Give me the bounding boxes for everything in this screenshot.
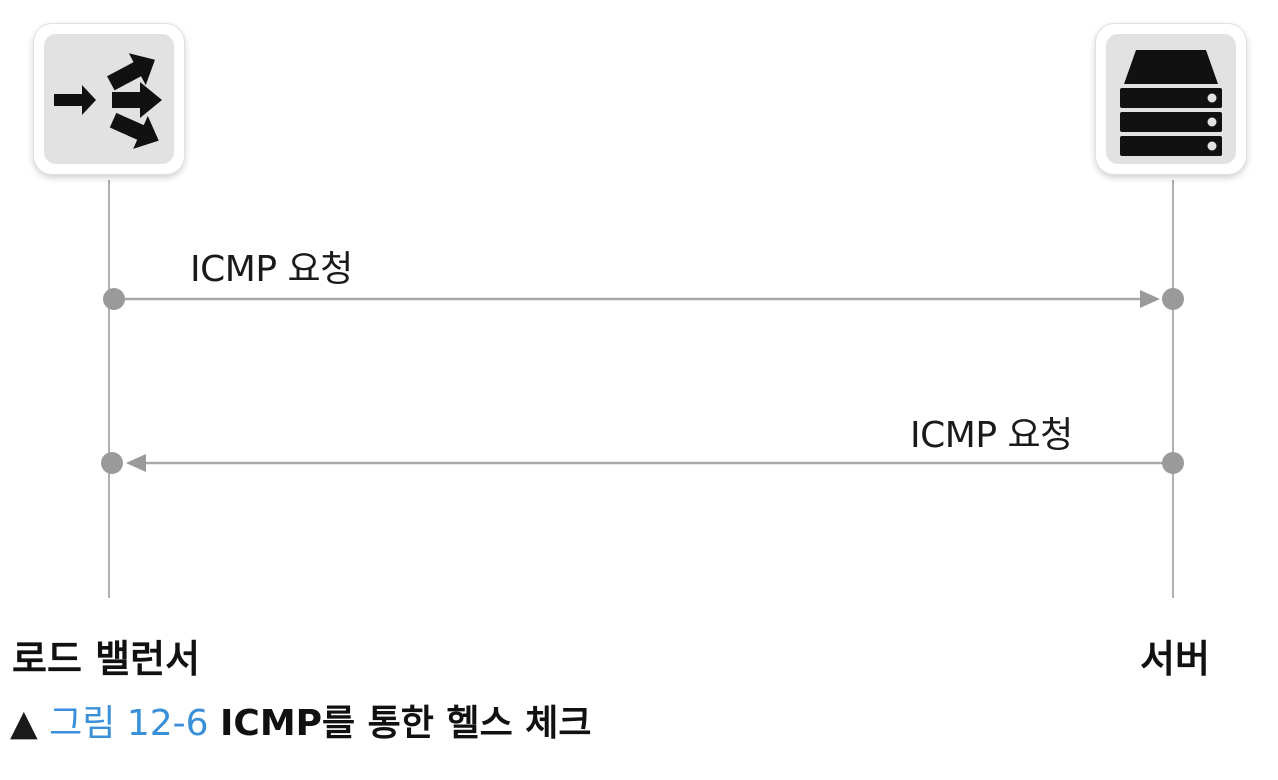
- request-2-arrowhead: [126, 454, 146, 472]
- request-2-end-dot: [101, 452, 123, 474]
- request-2-start-dot: [1162, 452, 1184, 474]
- load-balancer-label: 로드 밸런서: [12, 637, 201, 681]
- figure-caption: ▲ 그림 12-6 ICMP를 통한 헬스 체크: [10, 694, 591, 746]
- request-1-start-dot: [103, 288, 125, 310]
- request-1-end-dot: [1162, 288, 1184, 310]
- message-label-request-2: ICMP 요청: [910, 415, 1073, 456]
- caption-triangle-marker: ▲: [10, 703, 38, 744]
- message-label-request-1: ICMP 요청: [190, 249, 353, 290]
- caption-figure-number: 12-6: [126, 703, 209, 744]
- caption-figure-word: 그림: [49, 703, 116, 744]
- request-1-arrowhead: [1140, 290, 1160, 308]
- server-label: 서버: [1140, 637, 1210, 681]
- caption-title: ICMP를 통한 헬스 체크: [220, 703, 592, 744]
